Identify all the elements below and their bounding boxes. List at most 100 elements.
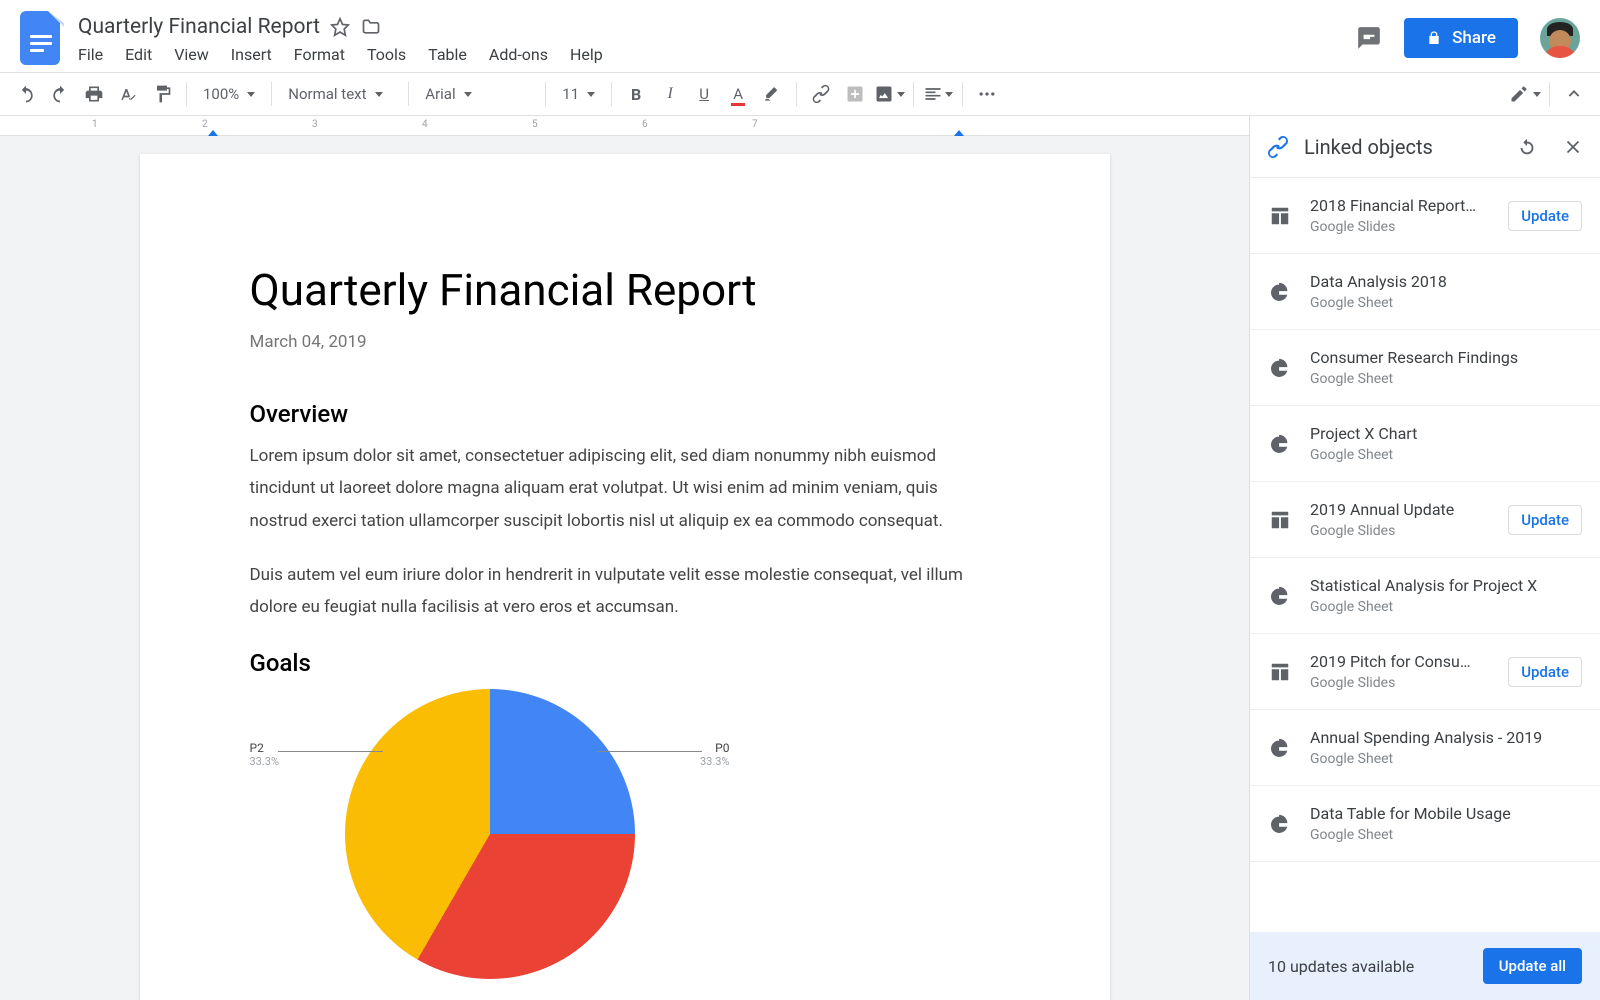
star-icon[interactable] <box>330 17 350 37</box>
docs-logo-icon[interactable] <box>20 11 64 65</box>
spellcheck-icon[interactable] <box>112 78 144 110</box>
linked-object-title: Annual Spending Analysis - 2019 <box>1310 728 1582 747</box>
pie-slice-value: 33.3% <box>250 755 280 768</box>
ruler-num: 5 <box>532 119 538 130</box>
doc-heading-overview[interactable]: Overview <box>250 400 1000 428</box>
menu-tools[interactable]: Tools <box>367 45 406 64</box>
panel-footer: 10 updates available Update all <box>1250 932 1600 1000</box>
doc-date[interactable]: March 04, 2019 <box>250 332 1000 352</box>
chevron-down-icon <box>375 92 383 97</box>
update-button[interactable]: Update <box>1508 505 1582 535</box>
linked-object-source: Google Sheet <box>1310 295 1582 311</box>
redo-icon[interactable] <box>44 78 76 110</box>
linked-object-title: Data Analysis 2018 <box>1310 272 1582 291</box>
ruler-num: 1 <box>92 119 98 130</box>
editing-mode-icon[interactable] <box>1509 78 1541 110</box>
linked-object-title: Project X Chart <box>1310 424 1582 443</box>
linked-object-item[interactable]: Project X Chart Google Sheet <box>1250 406 1600 482</box>
font-size-value: 11 <box>562 85 579 103</box>
linked-object-source: Google Sheet <box>1310 371 1582 387</box>
ruler-num: 7 <box>752 119 758 130</box>
collapse-sidebar-icon[interactable] <box>1558 78 1590 110</box>
ruler-num: 4 <box>422 119 428 130</box>
move-folder-icon[interactable] <box>360 17 382 37</box>
pie-chart-icon <box>1268 433 1292 455</box>
table-icon <box>1268 661 1292 683</box>
undo-icon[interactable] <box>10 78 42 110</box>
document-page[interactable]: Quarterly Financial Report March 04, 201… <box>140 154 1110 1000</box>
more-icon[interactable] <box>971 78 1003 110</box>
menu-view[interactable]: View <box>174 45 209 64</box>
menu-edit[interactable]: Edit <box>125 45 152 64</box>
chevron-down-icon <box>945 92 953 97</box>
right-indent-marker[interactable] <box>954 130 964 136</box>
update-button[interactable]: Update <box>1508 201 1582 231</box>
linked-object-item[interactable]: 2019 Annual UpdateGoogle SlidesUpdate <box>1250 482 1600 558</box>
menu-file[interactable]: File <box>78 45 103 64</box>
zoom-select[interactable]: 100% <box>195 78 263 110</box>
linked-object-source: Google Sheet <box>1310 447 1582 463</box>
italic-icon[interactable]: I <box>654 78 686 110</box>
doc-paragraph[interactable]: Duis autem vel eum iriure dolor in hendr… <box>250 559 1000 624</box>
menu-insert[interactable]: Insert <box>231 45 272 64</box>
ruler-num: 2 <box>202 119 208 130</box>
chevron-down-icon <box>1533 92 1541 97</box>
doc-heading-goals[interactable]: Goals <box>250 649 1000 677</box>
share-label: Share <box>1452 28 1496 48</box>
close-icon[interactable] <box>1562 136 1584 158</box>
link-icon <box>1266 135 1290 159</box>
pie-chart[interactable]: P2 33.3% P0 33.3% <box>250 689 730 979</box>
highlight-icon[interactable] <box>756 78 788 110</box>
linked-object-item[interactable]: Data Table for Mobile UsageGoogle Sheet <box>1250 786 1600 862</box>
table-icon <box>1268 509 1292 531</box>
paragraph-style-select[interactable]: Normal text <box>280 78 400 110</box>
linked-object-item[interactable]: Annual Spending Analysis - 2019Google Sh… <box>1250 710 1600 786</box>
font-select[interactable]: Arial <box>417 78 537 110</box>
print-icon[interactable] <box>78 78 110 110</box>
horizontal-ruler[interactable]: 1 2 3 4 5 6 7 <box>0 116 1249 136</box>
linked-object-item[interactable]: Data Analysis 2018 Google Sheet <box>1250 254 1600 330</box>
updates-available-label: 10 updates available <box>1268 957 1469 976</box>
insert-comment-icon[interactable] <box>839 78 871 110</box>
update-all-button[interactable]: Update all <box>1483 948 1582 984</box>
bold-icon[interactable]: B <box>620 78 652 110</box>
insert-image-icon[interactable] <box>873 78 905 110</box>
update-button[interactable]: Update <box>1508 657 1582 687</box>
pie-chart-icon <box>1268 281 1292 303</box>
text-color-icon[interactable]: A <box>722 78 754 110</box>
chart-leader-line <box>278 751 383 752</box>
document-canvas[interactable]: 1 2 3 4 5 6 7 Quarterly Financial Report… <box>0 116 1249 1000</box>
menu-format[interactable]: Format <box>294 45 345 64</box>
font-value: Arial <box>425 85 455 103</box>
refresh-icon[interactable] <box>1516 136 1538 158</box>
underline-icon[interactable]: U <box>688 78 720 110</box>
doc-title[interactable]: Quarterly Financial Report <box>78 15 320 39</box>
chevron-down-icon <box>897 92 905 97</box>
linked-object-source: Google Sheet <box>1310 599 1582 615</box>
doc-paragraph[interactable]: Lorem ipsum dolor sit amet, consectetuer… <box>250 440 1000 537</box>
app-header: Quarterly Financial Report File Edit Vie… <box>0 0 1600 72</box>
doc-heading-title[interactable]: Quarterly Financial Report <box>250 264 1000 316</box>
share-button[interactable]: Share <box>1404 18 1518 58</box>
linked-object-item[interactable]: 2019 Pitch for Consu…Google SlidesUpdate <box>1250 634 1600 710</box>
paint-format-icon[interactable] <box>146 78 178 110</box>
chevron-down-icon <box>587 92 595 97</box>
linked-object-item[interactable]: Consumer Research FindingsGoogle Sheet <box>1250 330 1600 406</box>
comments-icon[interactable] <box>1356 25 1382 51</box>
insert-link-icon[interactable] <box>805 78 837 110</box>
account-avatar[interactable] <box>1540 18 1580 58</box>
linked-object-item[interactable]: Statistical Analysis for Project XGoogle… <box>1250 558 1600 634</box>
pie-chart-graphic <box>345 689 635 979</box>
pie-chart-icon <box>1268 357 1292 379</box>
linked-object-item[interactable]: 2018 Financial Report…Google SlidesUpdat… <box>1250 178 1600 254</box>
linked-objects-list[interactable]: 2018 Financial Report…Google SlidesUpdat… <box>1250 178 1600 932</box>
left-indent-marker[interactable] <box>208 130 218 136</box>
menu-table[interactable]: Table <box>428 45 467 64</box>
menu-addons[interactable]: Add-ons <box>489 45 548 64</box>
ruler-num: 3 <box>312 119 318 130</box>
align-icon[interactable] <box>922 78 954 110</box>
menu-help[interactable]: Help <box>570 45 603 64</box>
font-size-select[interactable]: 11 <box>554 78 603 110</box>
linked-object-source: Google Slides <box>1310 675 1490 691</box>
lock-icon <box>1426 29 1442 47</box>
